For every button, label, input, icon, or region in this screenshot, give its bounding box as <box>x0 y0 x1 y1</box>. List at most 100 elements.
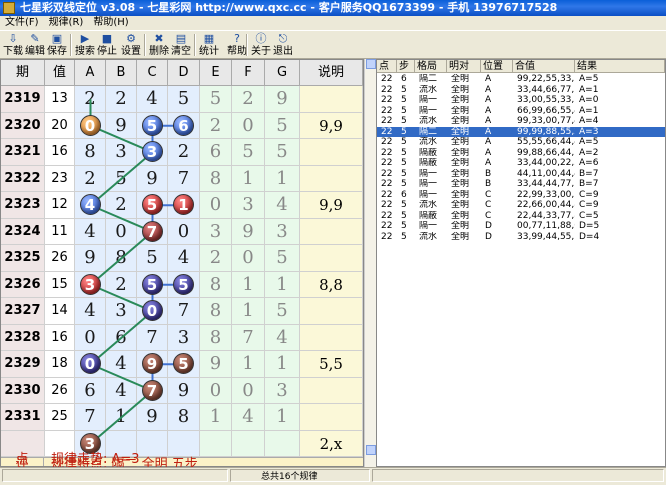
list-cell: 5 <box>401 158 407 168</box>
list-item[interactable]: 22 5 流水 全明 A 55,55,66,44,4x A=5 <box>377 137 665 147</box>
list-cell: A=1 <box>579 84 599 95</box>
trend-line <box>89 230 154 286</box>
list-cell: 22,44,33,77,8x <box>517 210 575 221</box>
toolbar-edit-button[interactable]: ✎ 编辑 <box>24 32 46 59</box>
list-cell: 5 <box>401 221 407 231</box>
list-item[interactable]: 22 5 流水 全明 D 33,99,44,55,7x D=4 <box>377 232 665 242</box>
list-cell: 22 <box>381 126 393 137</box>
toolbar: ⇩ 下载 ✎ 编辑 ▣ 保存 ▶ 搜索 ■ 停止 ⚙ 设置 ✖ 删除 ▤ 清空 ▦ 统计? 帮助 ⓘ 关于 ⎋ 退出 <box>0 30 666 59</box>
list-cell: A <box>485 95 492 105</box>
toolbar-search-button[interactable]: ▶ 搜索 <box>74 32 96 59</box>
list-cell: 5 <box>401 95 407 105</box>
list-item[interactable]: 22 5 流水 全明 A 99,33,00,77,4x A=4 <box>377 116 665 126</box>
list-cell: A=1 <box>579 105 599 116</box>
vertical-scrollbar[interactable] <box>364 59 376 467</box>
highlight-ball: 0 <box>79 114 101 136</box>
menu-help[interactable]: 帮助(H) <box>88 16 133 30</box>
toolbar-help-button[interactable]: ? 帮助 <box>226 32 248 59</box>
scroll-up-button[interactable] <box>366 59 376 69</box>
list-cell: 全明 <box>451 105 470 116</box>
list-item[interactable]: 22 5 隔一 全明 B 44,11,00,44,4x B=7 <box>377 169 665 179</box>
list-cell: A <box>485 105 492 116</box>
list-cell: 22 <box>381 74 393 84</box>
list-cell: A=2 <box>579 147 599 158</box>
list-header-col[interactable]: 合值 <box>513 60 575 73</box>
list-item[interactable]: 22 6 隔一 全明 C 22,99,33,00,... C=9 <box>377 190 665 200</box>
toolbar-label: 清空 <box>171 46 191 57</box>
toolbar-about-button[interactable]: ⓘ 关于 <box>250 32 272 59</box>
list-cell: A=4 <box>579 116 599 126</box>
list-header-col[interactable]: 位置 <box>481 60 513 73</box>
status-pane-right <box>372 469 664 482</box>
app-icon <box>3 2 15 14</box>
list-cell: D <box>485 231 492 242</box>
list-item[interactable]: 22 5 隔一 全明 A 33,00,55,33,7x A=0 <box>377 95 665 105</box>
list-cell: 33,44,44,77,1x <box>517 179 575 189</box>
highlight-ball: 5 <box>141 194 163 216</box>
list-cell: 33,44,00,22,5x <box>517 158 575 168</box>
rules-list: 点步格局明对位置合值结果226隔二全明A99,22,55,33,...A=522… <box>376 59 666 467</box>
list-cell: A=3 <box>579 126 599 137</box>
scroll-down-button[interactable] <box>366 445 376 455</box>
list-cell: 全明 <box>451 137 470 147</box>
toolbar-delete-button[interactable]: ✖ 删除 <box>148 32 170 59</box>
list-item[interactable]: 22 5 隔一 全明 B 33,44,44,77,1x B=7 <box>377 179 665 189</box>
toolbar-save-button[interactable]: ▣ 保存 <box>46 32 68 59</box>
list-cell: 5 <box>401 179 407 189</box>
highlight-ball: 7 <box>141 220 163 242</box>
toolbar-settings-button[interactable]: ⚙ 设置 <box>120 32 142 59</box>
list-header-col[interactable]: 结果 <box>575 60 665 73</box>
trend-line <box>89 389 154 445</box>
list-cell: 全明 <box>451 116 470 126</box>
highlight-ball: 7 <box>141 379 163 401</box>
search-icon: ▶ <box>80 32 90 45</box>
exit-icon: ⎋ <box>278 32 288 45</box>
list-item[interactable]: 22 5 流水 全明 A 33,44,66,77,7x A=1 <box>377 85 665 95</box>
list-cell: 全明 <box>451 200 470 210</box>
list-item[interactable]: 22 6 隔二 全明 A 99,22,55,33,... A=5 <box>377 74 665 84</box>
list-item[interactable]: 22 5 隔二 全明 A 99,99,88,55,2x A=3 <box>377 126 665 137</box>
list-cell: A <box>485 158 492 168</box>
toolbar-download-button[interactable]: ⇩ 下载 <box>2 32 24 59</box>
list-item[interactable]: 22 5 流水 全明 C 22,66,00,44,8x C=9 <box>377 200 665 210</box>
help-icon: ? <box>234 32 240 45</box>
toolbar-stop-button[interactable]: ■ 停止 <box>96 32 118 59</box>
toolbar-stats-button[interactable]: ▦ 统计 <box>198 32 220 59</box>
highlight-ball: 5 <box>141 114 163 136</box>
list-cell: 55,55,66,44,4x <box>517 137 575 147</box>
toolbar-label: 设置 <box>121 46 141 57</box>
toolbar-label: 统计 <box>199 46 219 57</box>
save-icon: ▣ <box>51 32 63 45</box>
list-item[interactable]: 22 5 隔蔽 全明 C 22,44,33,77,8x C=5 <box>377 211 665 221</box>
list-cell: 全明 <box>451 231 470 242</box>
menu-rules[interactable]: 规律(R) <box>44 16 89 30</box>
list-cell: 6 <box>401 74 407 84</box>
list-item[interactable]: 22 5 隔蔽 全明 A 33,44,00,22,5x A=6 <box>377 158 665 168</box>
menu-file[interactable]: 文件(F) <box>0 16 44 30</box>
list-header-col[interactable]: 步 <box>397 60 415 73</box>
settings-icon: ⚙ <box>126 32 136 45</box>
toolbar-clear-button[interactable]: ▤ 清空 <box>170 32 192 59</box>
list-cell: 33,99,44,55,7x <box>517 231 575 242</box>
list-cell: 22 <box>381 116 393 126</box>
list-header-col[interactable]: 点 <box>377 60 397 73</box>
list-item[interactable]: 22 5 隔一 全明 D 00,77,11,88,6x D=5 <box>377 221 665 231</box>
list-header-col[interactable]: 格局 <box>415 60 447 73</box>
toolbar-exit-button[interactable]: ⎋ 退出 <box>272 32 294 59</box>
list-cell: 隔一 <box>419 95 438 105</box>
toolbar-label: 删除 <box>149 46 169 57</box>
list-cell: 5 <box>401 210 407 221</box>
list-item[interactable]: 22 5 隔一 全明 A 66,99,66,55,4x A=1 <box>377 106 665 116</box>
toolbar-label: 保存 <box>47 46 67 57</box>
toolbar-label: 停止 <box>97 46 117 57</box>
list-cell: 22,99,33,00,... <box>517 189 575 200</box>
list-cell: 5 <box>401 105 407 116</box>
list-cell: 5 <box>401 147 407 158</box>
list-header-col[interactable]: 明对 <box>447 60 481 73</box>
list-cell: 5 <box>401 231 407 242</box>
list-item[interactable]: 22 5 隔蔽 全明 A 99,88,66,44,7x A=2 <box>377 148 665 158</box>
list-cell: 隔蔽 <box>419 210 438 221</box>
menu-bar: 文件(F) 规律(R) 帮助(H) <box>0 16 666 30</box>
list-cell: 全明 <box>451 189 470 200</box>
stop-icon: ■ <box>101 32 113 45</box>
